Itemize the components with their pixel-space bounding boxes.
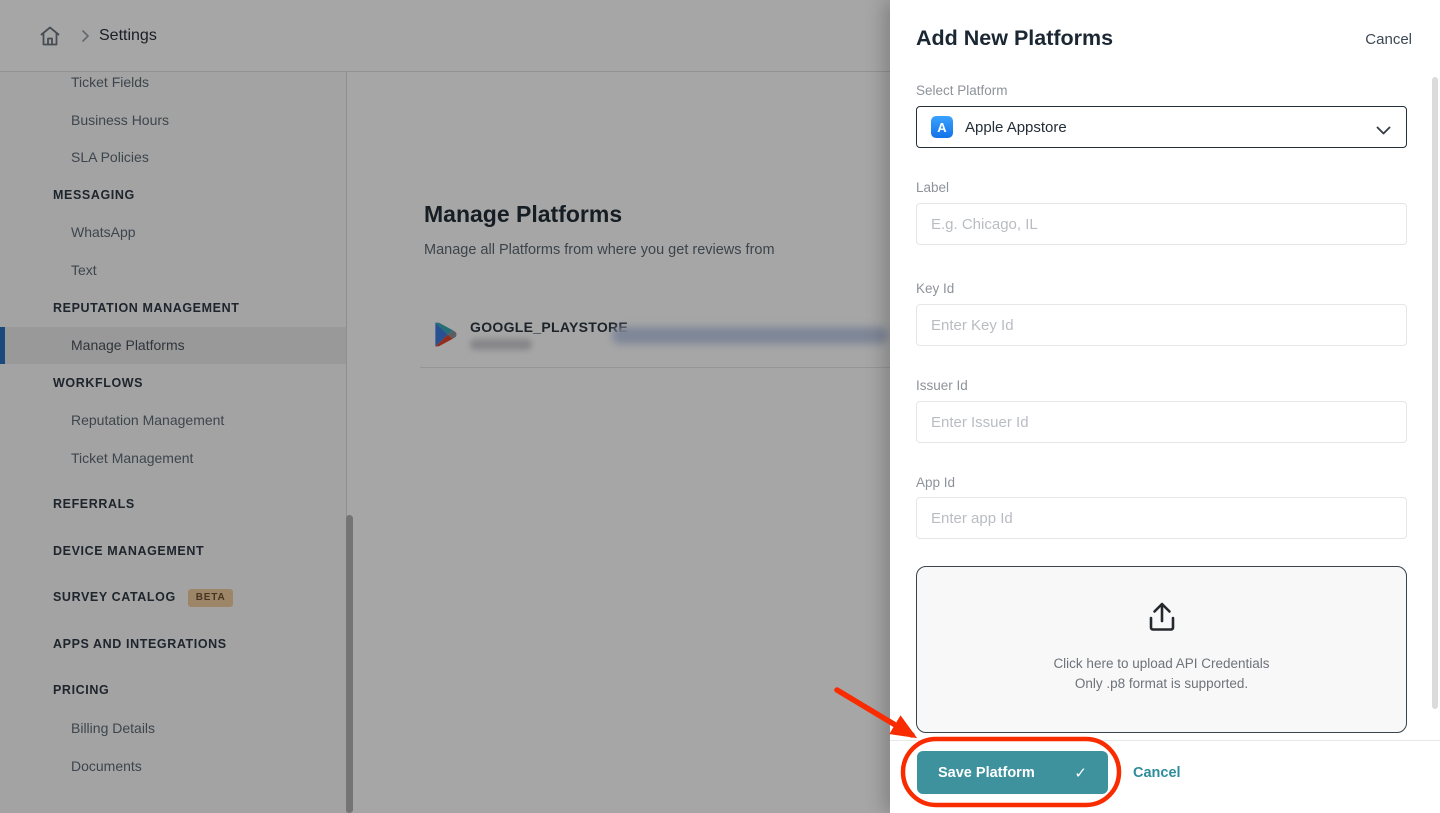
key-id-input[interactable]	[916, 304, 1407, 346]
drawer-footer: Save Platform ✓ Cancel	[890, 740, 1440, 813]
upload-icon	[1144, 601, 1180, 638]
key-id-field-label: Key Id	[916, 281, 955, 296]
upload-instruction-line2: Only .p8 format is supported.	[1074, 676, 1249, 691]
drawer-cancel-link-top[interactable]: Cancel	[1365, 31, 1412, 48]
drawer-scrollbar[interactable]	[1432, 77, 1438, 709]
issuer-id-field-label: Issuer Id	[916, 378, 968, 393]
check-icon: ✓	[1074, 763, 1087, 782]
select-platform-value: Apple Appstore	[965, 118, 1067, 136]
label-input[interactable]	[916, 203, 1407, 245]
modal-dim-overlay[interactable]	[0, 0, 890, 813]
drawer-title: Add New Platforms	[916, 26, 1114, 50]
drawer-cancel-link-footer[interactable]: Cancel	[1133, 765, 1181, 781]
upload-credentials-dropzone[interactable]: Click here to upload API Credentials Onl…	[916, 566, 1407, 733]
add-new-platforms-drawer: Add New Platforms Cancel Select Platform…	[890, 0, 1440, 813]
issuer-id-input[interactable]	[916, 401, 1407, 443]
app-id-field-label: App Id	[916, 475, 956, 490]
select-platform-label: Select Platform	[916, 83, 1008, 98]
upload-instruction-line1: Click here to upload API Credentials	[1053, 656, 1270, 671]
chevron-down-icon	[1376, 123, 1391, 141]
app-id-input[interactable]	[916, 497, 1407, 539]
page: Settings Ticket Fields Business Hours SL…	[0, 0, 1440, 813]
select-platform-dropdown[interactable]: A Apple Appstore	[916, 106, 1407, 148]
save-platform-label: Save Platform	[938, 764, 1035, 781]
settings-page-background: Settings Ticket Fields Business Hours SL…	[0, 0, 890, 813]
apple-appstore-icon: A	[931, 116, 953, 138]
label-field-label: Label	[916, 180, 950, 195]
save-platform-button[interactable]: Save Platform ✓	[917, 751, 1108, 794]
